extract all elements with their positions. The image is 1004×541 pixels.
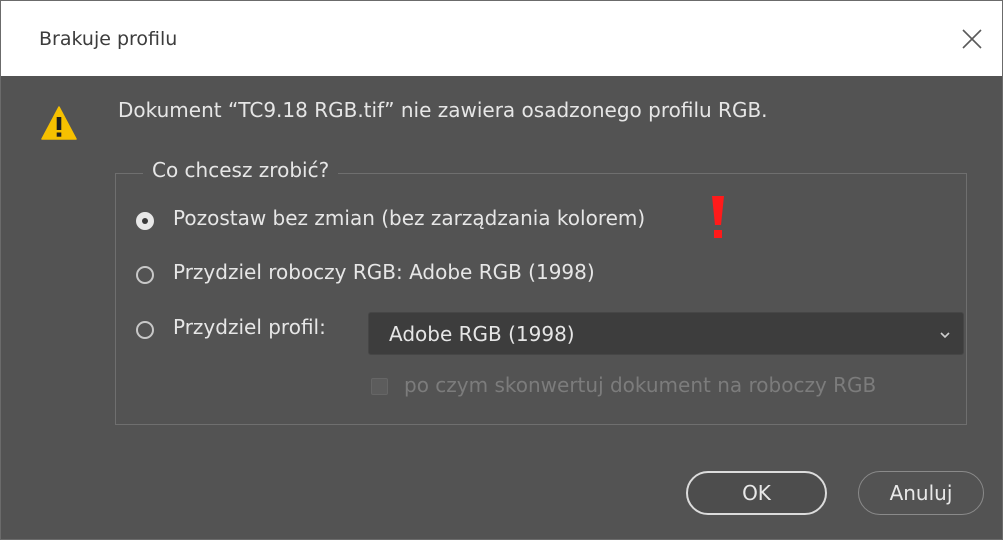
- dialog-message: Dokument “TC9.18 RGB.tif” nie zawiera os…: [118, 98, 768, 122]
- option-label-leave-unchanged[interactable]: Pozostaw bez zmian (bez zarządzania kolo…: [173, 206, 645, 230]
- radio-assign-profile[interactable]: [136, 321, 154, 339]
- dialog-title: Brakuje profilu: [39, 28, 178, 50]
- profile-select-value: Adobe RGB (1998): [389, 322, 575, 346]
- close-button[interactable]: [960, 27, 984, 51]
- close-icon: [962, 29, 982, 49]
- option-label-assign-working-rgb[interactable]: Przydziel roboczy RGB: Adobe RGB (1998): [173, 260, 595, 284]
- chevron-down-icon: [940, 332, 950, 339]
- exclamation-icon: [712, 196, 724, 238]
- radio-leave-unchanged[interactable]: [136, 212, 154, 230]
- title-bar: Brakuje profilu: [1, 1, 1002, 76]
- warning-icon: [41, 106, 77, 140]
- options-group-legend: Co chcesz zrobić?: [143, 158, 339, 182]
- convert-checkbox-label: po czym skonwertuj dokument na roboczy R…: [404, 373, 877, 397]
- convert-checkbox[interactable]: [371, 378, 388, 395]
- dialog-window: Brakuje profilu Dokument “TC9.18 RGB.tif…: [0, 0, 1003, 540]
- ok-button[interactable]: OK: [686, 471, 827, 515]
- option-label-assign-profile[interactable]: Przydziel profil:: [173, 315, 326, 339]
- profile-select[interactable]: Adobe RGB (1998): [368, 312, 964, 355]
- radio-assign-working-rgb[interactable]: [136, 266, 154, 284]
- cancel-button[interactable]: Anuluj: [858, 471, 984, 515]
